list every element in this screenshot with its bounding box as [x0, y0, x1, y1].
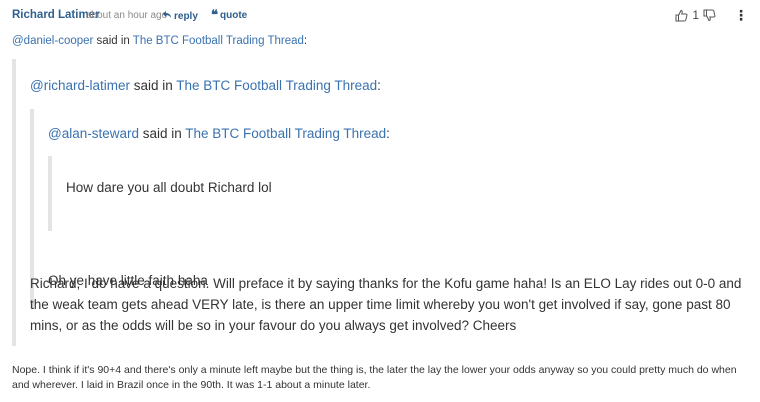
vote-controls: 1 ⋮ — [675, 8, 748, 22]
quote-label: quote — [220, 10, 248, 21]
quote-attribution: @daniel-cooper said in The BTC Football … — [12, 35, 307, 47]
downvote-icon[interactable] — [703, 9, 716, 22]
user-mention-link[interactable]: @alan-steward — [48, 126, 139, 141]
thread-link[interactable]: The BTC Football Trading Thread — [133, 35, 304, 47]
post-body-text: Nope. I think if it's 90+4 and there's o… — [12, 364, 737, 391]
quote-button[interactable]: ❝ quote — [211, 8, 248, 23]
user-mention-link[interactable]: @richard-latimer — [30, 78, 130, 93]
attribution-colon: : — [386, 126, 390, 141]
upvote-icon[interactable] — [675, 9, 688, 22]
reply-button[interactable]: reply — [162, 10, 198, 22]
quote-attribution: @richard-latimer said in The BTC Footbal… — [30, 78, 381, 93]
attribution-colon: : — [303, 35, 308, 47]
more-options-icon[interactable]: ⋮ — [734, 8, 748, 22]
post-header: Richard Latimer about an hour ago reply … — [12, 8, 760, 25]
thread-link[interactable]: The BTC Football Trading Thread — [176, 78, 377, 93]
said-in-text: said in — [139, 126, 186, 141]
reply-label: reply — [174, 10, 198, 22]
post-timestamp[interactable]: about an hour ago — [86, 10, 167, 21]
blockquote-level-1: @richard-latimer said in The BTC Footbal… — [12, 59, 752, 346]
user-mention-link[interactable]: @daniel-cooper — [12, 35, 93, 47]
said-in-text: said in — [93, 35, 133, 47]
reply-arrow-icon — [162, 10, 172, 22]
said-in-text: said in — [129, 78, 177, 93]
quoted-paragraph: Richard, I do have a question. Will pref… — [30, 276, 742, 333]
thread-link[interactable]: The BTC Football Trading Thread — [185, 126, 386, 141]
blockquote-level-3: How dare you all doubt Richard lol — [48, 156, 752, 231]
quoted-text: How dare you all doubt Richard lol — [66, 180, 272, 195]
quote-icon: ❝ — [211, 8, 218, 23]
attribution-colon: : — [377, 78, 381, 93]
quote-attribution: @alan-steward said in The BTC Football T… — [48, 126, 390, 141]
vote-count: 1 — [692, 8, 699, 22]
